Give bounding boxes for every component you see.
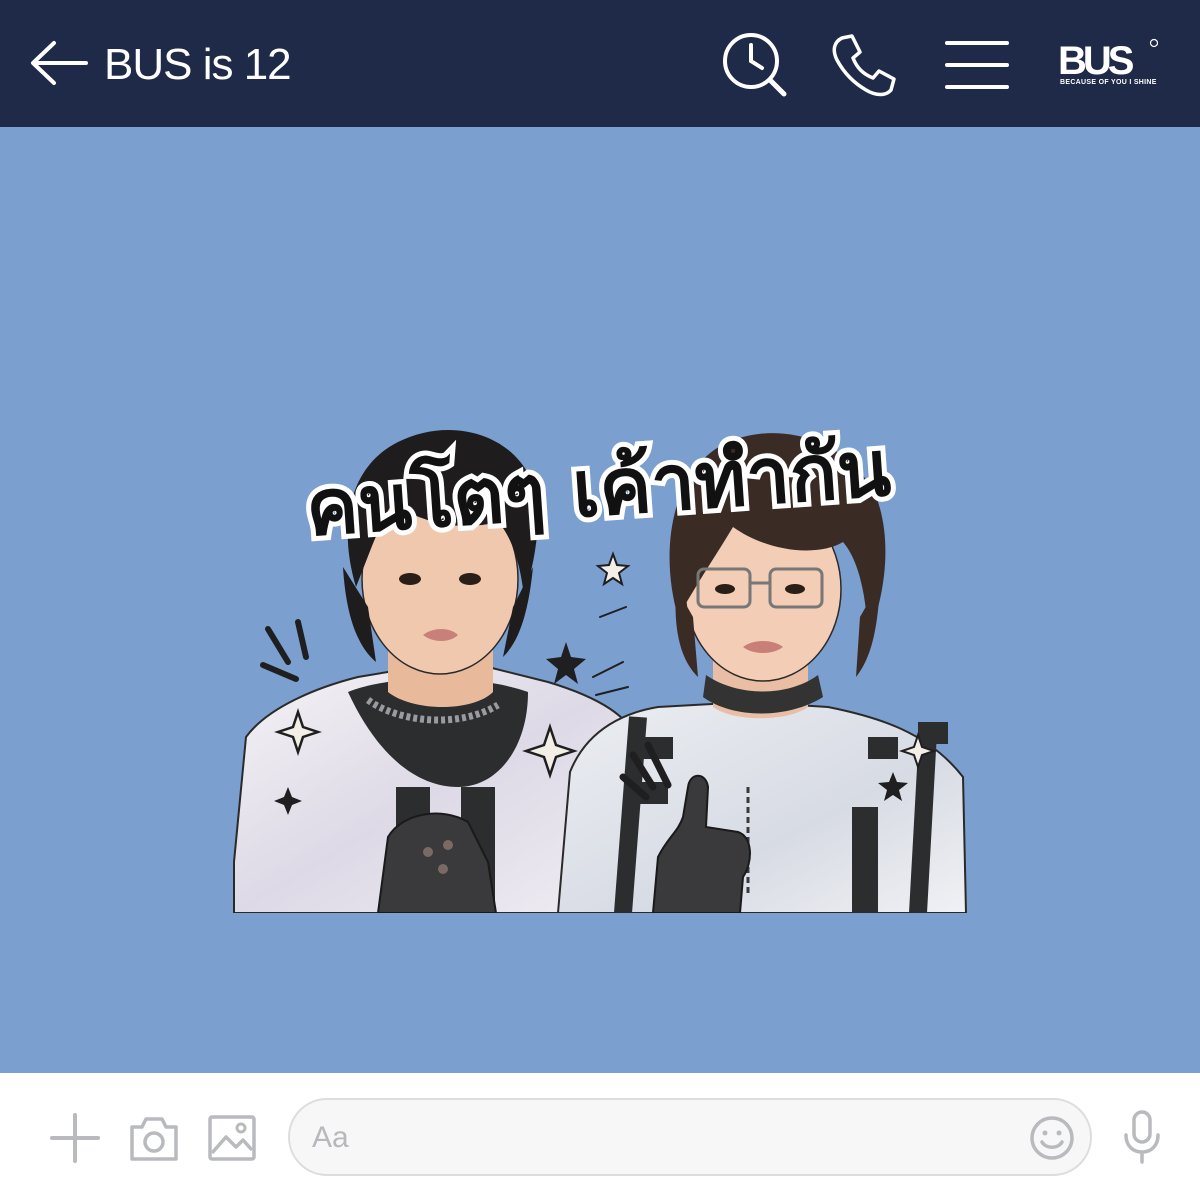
sticker-image[interactable]: คนโตๆ เค้าทำกัน bbox=[228, 317, 972, 913]
search-icon[interactable] bbox=[720, 30, 790, 100]
logo-tagline: BECAUSE OF YOU I SHINE bbox=[1060, 79, 1157, 86]
message-input-box[interactable] bbox=[288, 1098, 1092, 1176]
svg-text:BUS: BUS bbox=[1058, 39, 1134, 80]
plus-icon[interactable] bbox=[50, 1113, 100, 1163]
bus-logo: BUS BECAUSE OF YOU I SHINE bbox=[1058, 36, 1164, 94]
emoji-icon[interactable] bbox=[1028, 1114, 1076, 1162]
image-icon[interactable] bbox=[206, 1113, 258, 1163]
bus-logo-mark: BUS bbox=[1058, 38, 1158, 80]
back-arrow-icon[interactable] bbox=[28, 38, 90, 88]
menu-icon[interactable] bbox=[944, 30, 1014, 100]
phone-icon[interactable] bbox=[828, 30, 898, 100]
message-input[interactable] bbox=[310, 1114, 1014, 1162]
chat-area: คนโตๆ เค้าทำกัน bbox=[0, 127, 1200, 1073]
camera-icon[interactable] bbox=[128, 1113, 180, 1163]
chat-header: BUS is 12 BUS BECAUSE OF YOU I SHINE bbox=[0, 0, 1200, 127]
microphone-icon[interactable] bbox=[1122, 1109, 1162, 1165]
message-composer bbox=[0, 1073, 1200, 1200]
chat-title: BUS is 12 bbox=[104, 40, 292, 89]
